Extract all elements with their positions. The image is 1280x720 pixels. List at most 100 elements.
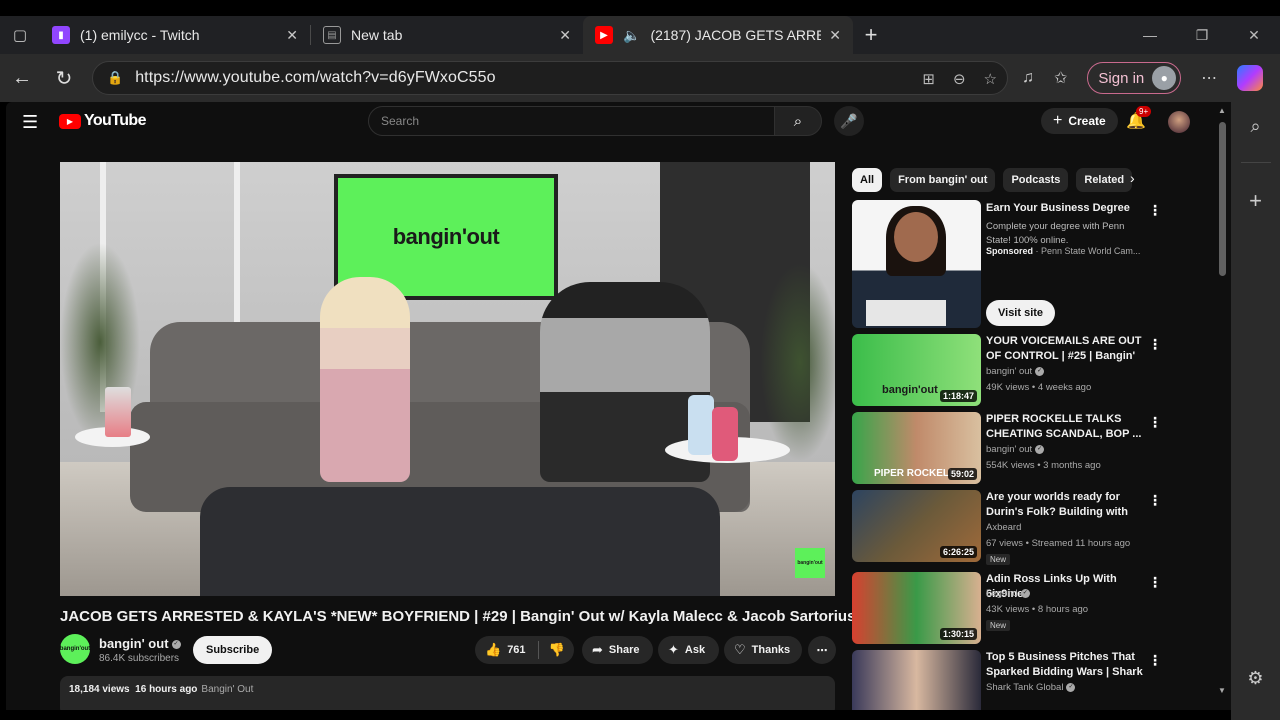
kebab-menu-icon[interactable]: ⋮: [1148, 652, 1162, 669]
ad-title[interactable]: Earn Your Business Degree: [986, 202, 1130, 214]
restore-icon[interactable]: ❐: [1176, 16, 1228, 54]
url-text[interactable]: https://www.youtube.com/watch?v=d6yFWxoC…: [135, 69, 495, 87]
like-separator: [537, 641, 539, 659]
rec-thumbnail[interactable]: bangin'out 1:18:47: [852, 334, 981, 406]
channel-name-text[interactable]: bangin' out: [99, 636, 169, 651]
scroll-up-icon[interactable]: ▲: [1218, 106, 1226, 115]
tab-youtube[interactable]: ▶ 🔈 (2187) JACOB GETS ARRESTE ✕: [583, 16, 853, 54]
close-window-icon[interactable]: ✕: [1228, 16, 1280, 54]
rec-item[interactable]: bangin'out 1:18:47 YOUR VOICEMAILS ARE O…: [852, 334, 1182, 408]
kebab-menu-icon[interactable]: ⋮: [1148, 574, 1162, 591]
ask-button[interactable]: ✦ Ask: [658, 636, 719, 664]
rec-item[interactable]: 6:26:25 Are your worlds ready for Durin'…: [852, 490, 1182, 565]
account-avatar[interactable]: [1168, 111, 1190, 133]
signin-button[interactable]: Sign in ●: [1087, 62, 1182, 94]
rec-title[interactable]: PIPER ROCKELLE TALKS CHEATING SCANDAL, B…: [986, 412, 1144, 442]
back-icon[interactable]: ←: [2, 58, 42, 98]
sponsored-ad[interactable]: Earn Your Business Degree Complete your …: [852, 200, 1182, 328]
favorite-star-icon[interactable]: ☆: [984, 70, 997, 88]
close-icon[interactable]: ✕: [829, 27, 841, 44]
microphone-icon[interactable]: 🎤: [834, 106, 864, 136]
create-button[interactable]: + Create: [1041, 108, 1118, 134]
rec-thumbnail[interactable]: 6:26:25: [852, 490, 981, 562]
rec-title[interactable]: YOUR VOICEMAILS ARE OUT OF CONTROL | #25…: [986, 334, 1144, 364]
channel-avatar[interactable]: bangin'out: [60, 634, 90, 664]
search-icon[interactable]: ⌕: [774, 106, 822, 136]
copilot-icon[interactable]: [1237, 65, 1264, 91]
video-player[interactable]: bangin'out bangin'out: [60, 162, 835, 596]
rec-channel[interactable]: Legend ✓: [986, 588, 1030, 599]
app-available-icon[interactable]: ⊞: [922, 70, 935, 88]
url-field[interactable]: 🔒 https://www.youtube.com/watch?v=d6yFWx…: [92, 61, 1008, 95]
rec-item[interactable]: 1:30:15 Adin Ross Links Up With 6ix9ine …: [852, 572, 1182, 646]
hamburger-menu-icon[interactable]: ☰: [22, 112, 38, 133]
rec-thumbnail[interactable]: [852, 650, 981, 710]
tab-newtab[interactable]: ▤ New tab ✕: [311, 16, 583, 54]
rec-channel-text[interactable]: bangin' out: [986, 366, 1032, 377]
rec-channel[interactable]: bangin' out ✓: [986, 444, 1045, 455]
share-button[interactable]: ➦ Share: [582, 636, 653, 664]
channel-watermark[interactable]: bangin'out: [795, 548, 825, 578]
scrollbar-thumb[interactable]: [1219, 122, 1226, 276]
ad-thumbnail[interactable]: [852, 200, 981, 328]
rec-channel-text[interactable]: Legend: [986, 588, 1018, 599]
chevron-right-icon[interactable]: ›: [1130, 170, 1135, 186]
kebab-menu-icon[interactable]: ⋮: [1148, 414, 1162, 431]
new-tab-button[interactable]: +: [853, 22, 889, 48]
plus-icon: +: [1053, 112, 1063, 129]
favorites-icon[interactable]: ✩: [1054, 68, 1067, 88]
chip-all[interactable]: All: [852, 168, 883, 192]
visit-site-button[interactable]: Visit site: [986, 300, 1056, 326]
rec-channel[interactable]: Shark Tank Global ✓: [986, 682, 1076, 693]
search-input[interactable]: Search: [368, 106, 775, 136]
chip-related[interactable]: Related: [1076, 168, 1133, 192]
zoom-icon[interactable]: ⊖: [953, 70, 966, 88]
notifications-bell-icon[interactable]: 🔔 9+: [1126, 106, 1152, 131]
description-box[interactable]: 18,184 views 16 hours ago Bangin' Out: [60, 676, 835, 710]
rec-channel[interactable]: bangin' out ✓: [986, 366, 1045, 377]
rec-channel-text[interactable]: Shark Tank Global: [986, 682, 1063, 693]
youtube-logo[interactable]: ▶ YouTube: [59, 112, 146, 130]
description-tag[interactable]: Bangin' Out: [201, 684, 253, 695]
thanks-button[interactable]: ♡ Thanks: [724, 636, 802, 664]
refresh-icon[interactable]: ↻: [44, 58, 84, 98]
speaker-icon[interactable]: 🔈: [623, 27, 640, 44]
add-icon[interactable]: +: [1231, 188, 1280, 214]
youtube-play-icon: ▶: [59, 113, 81, 129]
youtube-page: ☰ ▶ YouTube Search ⌕ 🎤 + Create 🔔 9+ bang…: [6, 102, 1231, 710]
ad-description: Complete your degree with Penn State! 10…: [986, 221, 1125, 246]
minimize-icon[interactable]: —: [1124, 16, 1176, 54]
more-actions-icon[interactable]: ⋯: [808, 636, 836, 664]
rec-title[interactable]: Top 5 Business Pitches That Sparked Bidd…: [986, 650, 1144, 680]
like-count[interactable]: 761: [507, 644, 525, 656]
kebab-menu-icon[interactable]: ⋮: [1148, 492, 1162, 509]
rec-title[interactable]: Are your worlds ready for Durin's Folk? …: [986, 490, 1144, 520]
rec-thumbnail[interactable]: PIPER ROCKELI 59:02: [852, 412, 981, 484]
rec-thumbnail[interactable]: 1:30:15: [852, 572, 981, 644]
rec-item[interactable]: Top 5 Business Pitches That Sparked Bidd…: [852, 650, 1182, 710]
scroll-down-icon[interactable]: ▼: [1218, 686, 1226, 695]
close-icon[interactable]: ✕: [286, 27, 298, 44]
channel-name[interactable]: bangin' out ✓: [99, 636, 181, 651]
tab-twitch[interactable]: ▮ (1) emilycc - Twitch ✕: [40, 16, 310, 54]
tab-actions-icon[interactable]: ▢: [0, 16, 40, 54]
duration-badge: 59:02: [947, 468, 977, 480]
lock-icon[interactable]: 🔒: [107, 70, 123, 86]
chip-podcasts[interactable]: Podcasts: [1003, 168, 1069, 192]
kebab-menu-icon[interactable]: ⋮: [1148, 202, 1162, 219]
rec-channel-text[interactable]: bangin' out: [986, 444, 1032, 455]
chip-from-channel[interactable]: From bangin' out: [890, 168, 996, 192]
dislike-icon[interactable]: 👎: [549, 642, 565, 658]
close-icon[interactable]: ✕: [559, 27, 571, 44]
create-label: Create: [1068, 114, 1106, 128]
kebab-menu-icon[interactable]: ⋮: [1148, 336, 1162, 353]
settings-gear-icon[interactable]: ⚙: [1231, 668, 1280, 689]
media-control-icon[interactable]: ♫: [1022, 69, 1034, 87]
rec-item[interactable]: PIPER ROCKELI 59:02 PIPER ROCKELLE TALKS…: [852, 412, 1182, 486]
search-icon[interactable]: ⌕: [1231, 116, 1280, 137]
like-icon[interactable]: 👍: [485, 642, 501, 658]
subscribe-button[interactable]: Subscribe: [193, 636, 273, 664]
ad-laptop: [866, 300, 946, 326]
rec-channel[interactable]: Axbeard: [986, 522, 1021, 533]
more-options-icon[interactable]: ⋯: [1201, 68, 1217, 88]
